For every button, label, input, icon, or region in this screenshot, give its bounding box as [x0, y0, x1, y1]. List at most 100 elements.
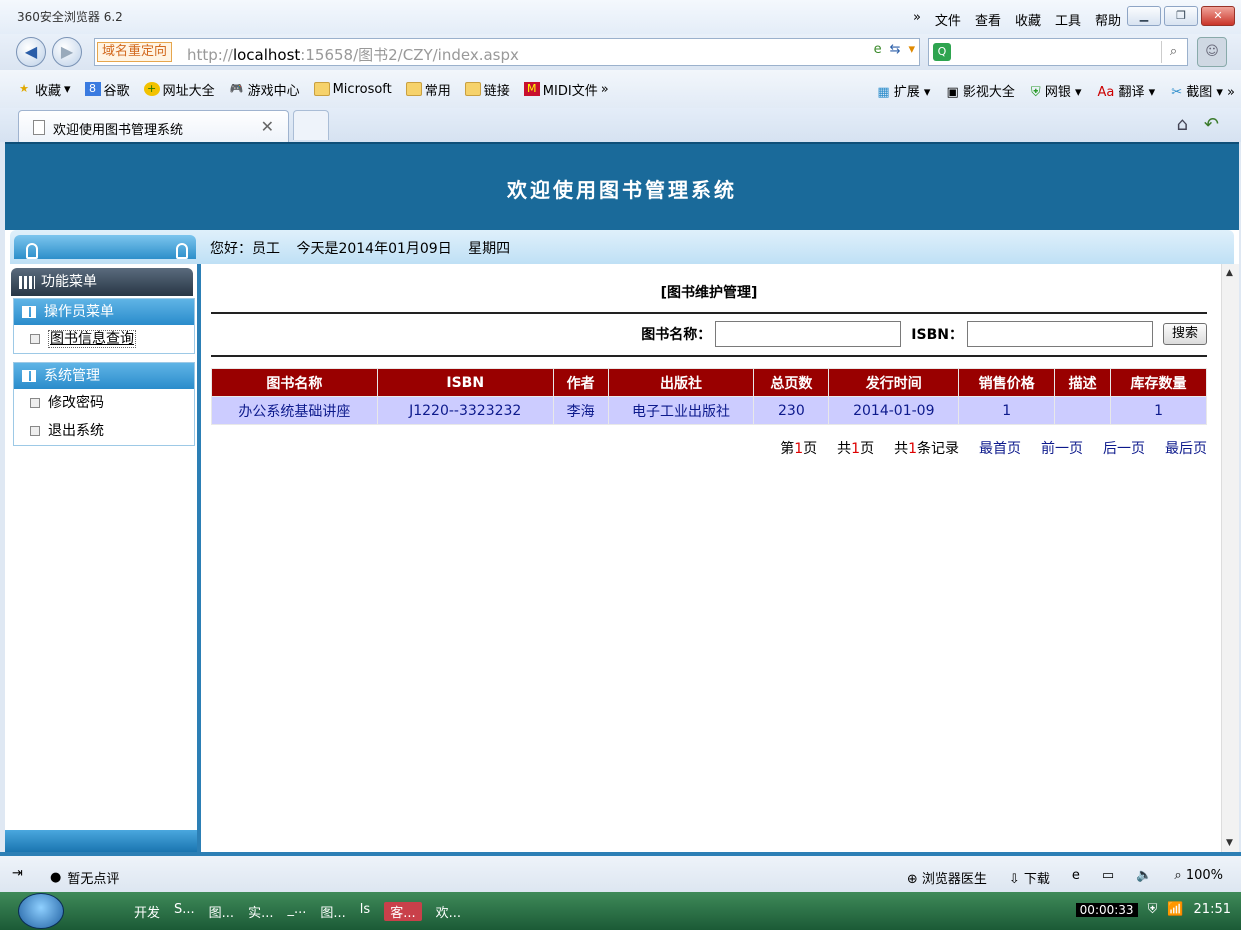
menu-more[interactable]: »	[913, 10, 921, 29]
book-icon	[22, 370, 36, 382]
taskbar-item[interactable]: 开发	[134, 902, 160, 921]
group-title-system[interactable]: 系统管理	[14, 363, 194, 389]
menu-view[interactable]: 查看	[975, 10, 1001, 29]
dropdown-icon[interactable]: ▾	[908, 42, 915, 57]
menu-file[interactable]: 文件	[935, 10, 961, 29]
sidebar-item-book-query[interactable]: 图书信息查询	[14, 325, 194, 353]
clock[interactable]: 21:51	[1194, 902, 1231, 917]
taskbar-item[interactable]: 图...	[209, 902, 234, 921]
start-button[interactable]	[18, 893, 64, 929]
scroll-down-icon[interactable]: ▼	[1226, 838, 1233, 848]
download-button[interactable]: ⇩ 下载	[1009, 868, 1050, 887]
next-page-link[interactable]: 后一页	[1103, 438, 1145, 458]
menu-help[interactable]: 帮助	[1095, 10, 1121, 29]
address-bar[interactable]: 域名重定向 http://localhost:15658/图书2/CZY/ind…	[94, 38, 920, 66]
zoom-control[interactable]: ⌕ 100%	[1174, 868, 1223, 887]
menu-tools[interactable]: 工具	[1055, 10, 1081, 29]
last-page-link[interactable]: 最后页	[1165, 438, 1207, 458]
fav-common[interactable]: 常用	[405, 80, 451, 99]
column-header[interactable]: 图书名称	[211, 368, 378, 397]
column-header[interactable]: ISBN	[376, 368, 554, 397]
translate-button[interactable]: Aa 翻译 ▾	[1098, 81, 1156, 100]
table-cell: 1	[1110, 396, 1207, 425]
info-bar: 您好：员工 今天是2014年01月09日 星期四	[10, 230, 1234, 264]
home-icon[interactable]: ⌂	[1176, 114, 1187, 135]
minimize-button[interactable]: ▁	[1127, 6, 1161, 26]
page-scrollbar[interactable]: ▲ ▼	[1221, 264, 1239, 852]
refresh-icon[interactable]: ⇆	[890, 42, 901, 57]
web-page: 欢迎使用图书管理系统 您好：员工 今天是2014年01月09日 星期四 功能菜单…	[5, 142, 1239, 852]
table-header-row: 图书名称 ISBN 作者 出版社 总页数 发行时间 销售价格 描述 库存数量	[211, 368, 1207, 397]
new-tab-button[interactable]	[293, 110, 329, 140]
column-header[interactable]: 库存数量	[1110, 368, 1207, 397]
network-icon[interactable]: 📶	[1167, 902, 1183, 917]
extensions-button[interactable]: ▦ 扩展 ▾	[877, 81, 930, 100]
bank-button[interactable]: ⛨ 网银 ▾	[1031, 81, 1082, 100]
taskbar-item[interactable]: _...	[287, 902, 306, 921]
app-title: 360安全浏览器 6.2	[17, 10, 123, 24]
fav-links[interactable]: 链接	[464, 80, 510, 99]
search-button[interactable]: 搜索	[1162, 323, 1207, 345]
first-page-link[interactable]: 最首页	[979, 438, 1021, 458]
welcome-text: 您好：员工 今天是2014年01月09日 星期四	[210, 238, 522, 258]
close-window-button[interactable]: ✕	[1201, 6, 1235, 26]
restore-button[interactable]: ❐	[1164, 6, 1198, 26]
divider	[211, 355, 1207, 357]
forward-button[interactable]: ▶	[52, 37, 82, 67]
taskbar-item[interactable]: 欢...	[436, 902, 461, 921]
sidebar-item-change-password[interactable]: 修改密码	[14, 389, 194, 417]
sidebar-toggle-icon[interactable]: ⇥	[12, 866, 23, 881]
taskbar-item[interactable]: 图...	[320, 902, 345, 921]
table-row[interactable]: 办公系统基础讲座 J1220--3323232 李海 电子工业出版社 230 2…	[211, 396, 1207, 425]
system-tray: 00:00:33 ⛨ 📶 21:51	[1075, 902, 1231, 917]
scroll-up-icon[interactable]: ▲	[1226, 268, 1233, 278]
taskbar-item-active[interactable]: 客...	[384, 902, 422, 921]
browser-doctor-button[interactable]: ⊕ 浏览器医生	[907, 868, 987, 887]
search-engine-icon[interactable]: Q	[933, 43, 951, 61]
url-text[interactable]: http://localhost:15658/图书2/CZY/index.asp…	[187, 44, 519, 65]
column-header[interactable]: 发行时间	[828, 368, 960, 397]
fav-midi[interactable]: M MIDI文件»	[523, 80, 609, 99]
status-bar: ⇥ ● 暂无点评 ⊕ 浏览器医生 ⇩ 下载 e ▭ 🔈 ⌕ 100%	[0, 852, 1241, 892]
book-name-input[interactable]	[715, 321, 902, 347]
fav-google[interactable]: 8 谷歌	[84, 80, 130, 99]
redirect-badge[interactable]: 域名重定向	[97, 42, 173, 62]
taskbar-item[interactable]: 实...	[248, 902, 273, 921]
undo-close-icon[interactable]: ↶	[1204, 114, 1219, 135]
sidebar-item-logout[interactable]: 退出系统	[14, 417, 194, 445]
fav-microsoft[interactable]: Microsoft	[313, 82, 392, 97]
tab-title: 欢迎使用图书管理系统	[53, 123, 184, 138]
group-title-operator[interactable]: 操作员菜单	[14, 299, 194, 325]
fav-games[interactable]: 🎮 游戏中心	[229, 80, 300, 99]
tab-active[interactable]: 欢迎使用图书管理系统 ✕	[18, 110, 289, 142]
comment-icon: ●	[50, 870, 62, 885]
menu-favorites[interactable]: 收藏	[1015, 10, 1041, 29]
video-button[interactable]: ▣ 影视大全	[946, 81, 1014, 100]
column-header[interactable]: 总页数	[753, 368, 830, 397]
column-header[interactable]: 作者	[552, 368, 609, 397]
fav-collect[interactable]: ★ 收藏 ▾	[16, 80, 70, 99]
window-controls: ▁ ❐ ✕	[1127, 6, 1235, 26]
user-avatar[interactable]: ☺	[1197, 37, 1227, 67]
review-status[interactable]: ● 暂无点评	[50, 868, 119, 887]
column-header[interactable]: 出版社	[607, 368, 755, 397]
taskbar-item[interactable]: S...	[174, 902, 195, 921]
column-header[interactable]: 描述	[1054, 368, 1112, 397]
volume-icon[interactable]: 🔈	[1136, 868, 1152, 887]
clip-icon	[176, 243, 188, 259]
column-header[interactable]: 销售价格	[958, 368, 1056, 397]
isbn-input[interactable]	[966, 321, 1153, 347]
search-icon[interactable]: ⌕	[1161, 41, 1185, 63]
fav-sites[interactable]: + 网址大全	[143, 80, 215, 99]
prev-page-link[interactable]: 前一页	[1041, 438, 1083, 458]
close-tab-icon[interactable]: ✕	[261, 117, 274, 136]
window-icon[interactable]: ▭	[1102, 868, 1114, 887]
ie-mode-icon[interactable]: e	[874, 42, 882, 57]
back-button[interactable]: ◀	[16, 37, 46, 67]
search-input[interactable]: Q ⌕	[928, 38, 1188, 66]
screenshot-button[interactable]: ✂ 截图 ▾ »	[1171, 81, 1235, 100]
shield-icon[interactable]: ⛨	[1148, 902, 1158, 917]
table-cell: 李海	[552, 396, 609, 425]
taskbar-item[interactable]: ls	[360, 902, 370, 921]
ie-icon[interactable]: e	[1072, 868, 1080, 887]
